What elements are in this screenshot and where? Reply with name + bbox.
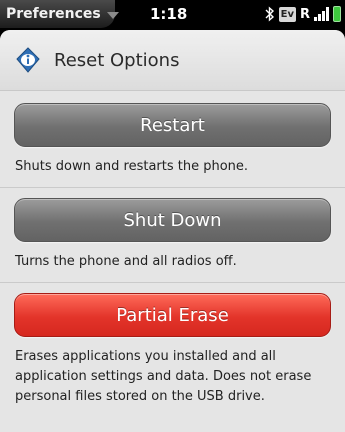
roaming-indicator: R bbox=[299, 6, 310, 22]
info-diamond-icon bbox=[16, 47, 40, 73]
status-icons[interactable]: Ev R bbox=[265, 4, 341, 24]
shutdown-section: Shut Down Turns the phone and all radios… bbox=[0, 188, 345, 283]
partial-erase-description: Erases applications you installed and al… bbox=[15, 349, 312, 404]
header: Reset Options bbox=[0, 30, 345, 91]
shut-down-description: Turns the phone and all radios off. bbox=[15, 254, 237, 269]
bluetooth-icon bbox=[265, 6, 274, 22]
app-menu[interactable]: Preferences bbox=[0, 0, 119, 28]
partial-erase-section: Partial Erase Erases applications you in… bbox=[0, 283, 345, 407]
signal-icon bbox=[314, 7, 329, 21]
partial-erase-button[interactable]: Partial Erase bbox=[14, 293, 331, 337]
page-title: Reset Options bbox=[54, 49, 180, 71]
restart-button[interactable]: Restart bbox=[14, 103, 331, 147]
battery-icon bbox=[333, 6, 341, 22]
shut-down-button[interactable]: Shut Down bbox=[14, 198, 331, 242]
restart-section: Restart Shuts down and restarts the phon… bbox=[0, 91, 345, 188]
restart-description: Shuts down and restarts the phone. bbox=[15, 159, 249, 174]
clock: 1:18 bbox=[150, 5, 188, 23]
app-menu-label: Preferences bbox=[6, 6, 101, 22]
reset-options-screen: Reset Options Restart Shuts down and res… bbox=[0, 30, 345, 432]
ev-badge: Ev bbox=[278, 6, 296, 22]
status-bar: Preferences 1:18 Ev R bbox=[0, 0, 345, 30]
chevron-down-icon bbox=[106, 11, 119, 19]
